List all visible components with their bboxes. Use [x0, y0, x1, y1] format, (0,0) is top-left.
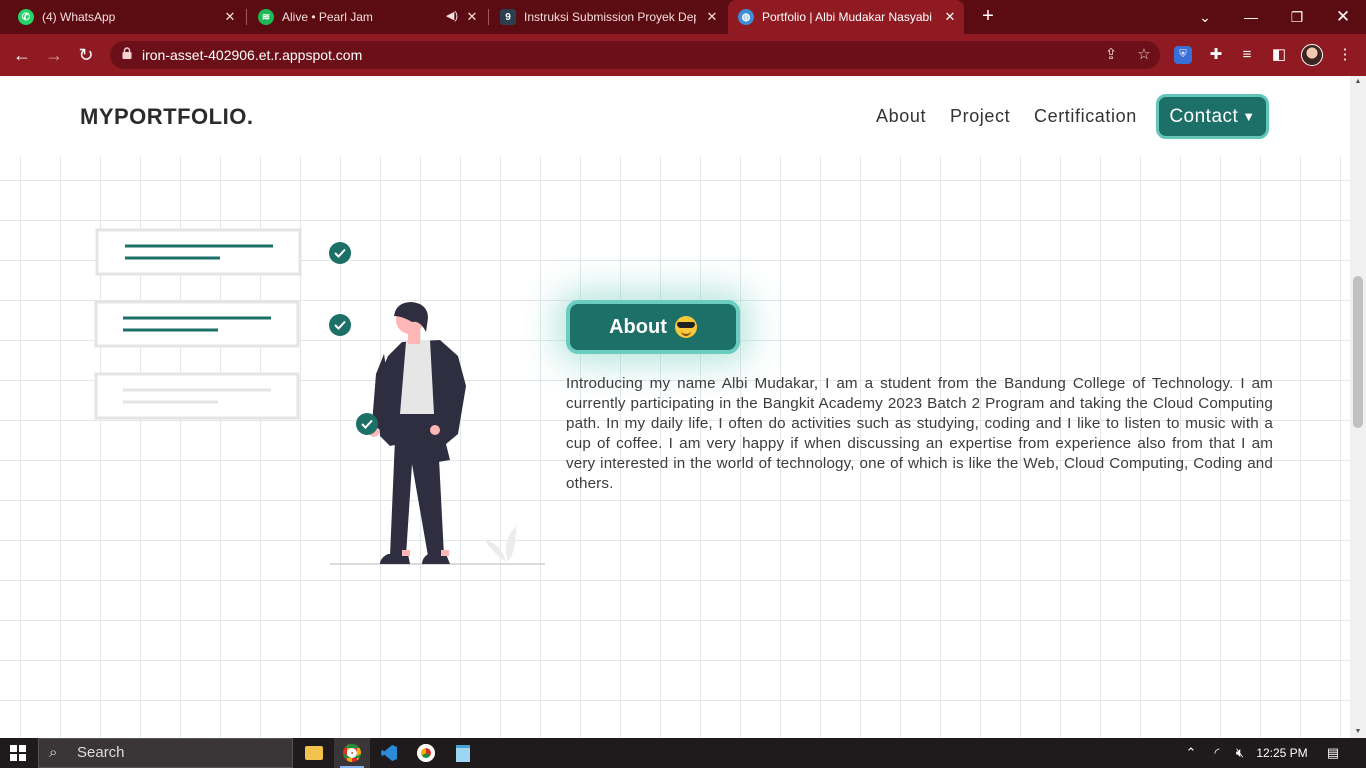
- spotify-icon: ≋: [258, 9, 274, 25]
- contact-label: Contact: [1169, 105, 1239, 127]
- taskbar-search-box[interactable]: ⌕ Search: [38, 738, 293, 768]
- back-icon[interactable]: ←: [10, 43, 34, 67]
- tab-title: (4) WhatsApp: [42, 10, 116, 24]
- forward-icon[interactable]: →: [42, 43, 66, 67]
- scroll-up-icon[interactable]: ▲: [1350, 76, 1366, 88]
- notepad-icon[interactable]: [445, 738, 481, 768]
- search-placeholder: Search: [77, 744, 125, 761]
- page-scrollbar[interactable]: ▲ ▼: [1350, 76, 1366, 738]
- tab-dicoding[interactable]: 9 Instruksi Submission Proyek Dep ✕: [490, 0, 726, 34]
- tab-separator: [488, 9, 489, 25]
- tab-spotify[interactable]: ≋ Alive • Pearl Jam ◀) ✕: [248, 0, 486, 34]
- speaker-muted-icon[interactable]: 🔇︎: [1230, 738, 1250, 768]
- dicoding-icon: 9: [500, 9, 516, 25]
- plant-leaves-graphic: [485, 526, 516, 562]
- about-heading-label: About: [609, 315, 667, 338]
- bookmark-star-icon[interactable]: ☆: [1134, 45, 1154, 65]
- extension-shield-icon[interactable]: ⛨: [1174, 46, 1192, 64]
- globe-icon: ◍: [738, 9, 754, 25]
- speaker-icon[interactable]: ◀): [446, 9, 458, 22]
- chrome-icon[interactable]: [334, 738, 370, 768]
- contact-dropdown-button[interactable]: Contact ▼: [1156, 94, 1269, 139]
- nav-link-certification[interactable]: Certification: [1034, 106, 1137, 127]
- nav-link-about[interactable]: About: [876, 106, 926, 127]
- site-navbar: MYPORTFOLIO. About Project Certification…: [0, 76, 1350, 156]
- close-icon[interactable]: ✕: [704, 9, 720, 25]
- check-circle-icon: [329, 314, 351, 336]
- share-icon[interactable]: ⇪: [1101, 45, 1121, 65]
- close-icon[interactable]: ✕: [942, 9, 958, 25]
- menu-kebab-icon[interactable]: ⋮: [1334, 44, 1356, 66]
- address-bar[interactable]: iron-asset-402906.et.r.appspot.com ⇪ ☆: [110, 41, 1160, 69]
- checklist-person-illustration: [94, 228, 545, 565]
- about-description: Introducing my name Albi Mudakar, I am a…: [566, 375, 1273, 492]
- wifi-icon[interactable]: ◜: [1207, 738, 1227, 768]
- tab-separator: [246, 9, 247, 25]
- page-viewport: MYPORTFOLIO. About Project Certification…: [0, 76, 1350, 738]
- notification-center-icon[interactable]: ▤: [1322, 738, 1344, 768]
- new-tab-icon[interactable]: +: [977, 5, 999, 27]
- scroll-down-icon[interactable]: ▼: [1350, 726, 1366, 738]
- tab-whatsapp[interactable]: ✆ (4) WhatsApp ✕: [8, 0, 244, 34]
- nav-link-project[interactable]: Project: [950, 106, 1010, 127]
- search-icon: ⌕: [49, 744, 58, 761]
- windows-taskbar: ⌕ Search ⌃ ◜ 🔇︎ 12:25 PM ▤: [0, 738, 1366, 768]
- chrome-profile-icon[interactable]: [408, 738, 444, 768]
- window-close-icon[interactable]: ✕: [1320, 0, 1366, 34]
- tab-search-icon[interactable]: ⌄: [1182, 0, 1228, 34]
- side-panel-icon[interactable]: ◧: [1268, 44, 1290, 66]
- tab-title: Instruksi Submission Proyek Dep: [524, 10, 696, 24]
- minimize-icon[interactable]: —: [1228, 0, 1274, 34]
- check-circle-icon: [329, 242, 351, 264]
- lock-icon[interactable]: [122, 47, 132, 59]
- tab-strip: ✆ (4) WhatsApp ✕ ≋ Alive • Pearl Jam ◀) …: [0, 0, 1366, 34]
- close-icon[interactable]: ✕: [464, 9, 480, 25]
- checklist-card: [95, 228, 302, 276]
- clock[interactable]: 12:25 PM: [1254, 738, 1310, 768]
- vscode-icon[interactable]: [371, 738, 407, 768]
- standing-person-figure: [356, 302, 466, 564]
- scrollbar-thumb[interactable]: [1353, 276, 1363, 428]
- caret-down-icon: ▼: [1242, 109, 1256, 124]
- checklist-card: [94, 372, 300, 420]
- site-logo[interactable]: MYPORTFOLIO.: [80, 104, 253, 130]
- tab-portfolio[interactable]: ◍ Portfolio | Albi Mudakar Nasyabi ✕: [728, 0, 964, 34]
- windows-start-icon[interactable]: [10, 745, 26, 761]
- whatsapp-icon: ✆: [18, 9, 34, 25]
- tab-title: Portfolio | Albi Mudakar Nasyabi: [762, 10, 932, 24]
- extensions-puzzle-icon[interactable]: ✚: [1205, 44, 1227, 66]
- sunglasses-emoji-icon: [674, 316, 697, 338]
- profile-avatar[interactable]: [1301, 44, 1323, 66]
- checklist-card: [94, 300, 300, 348]
- tray-overflow-icon[interactable]: ⌃: [1182, 738, 1200, 768]
- tab-title: Alive • Pearl Jam: [282, 10, 373, 24]
- about-heading-button[interactable]: About: [566, 300, 740, 354]
- browser-toolbar: ← → ↻ iron-asset-402906.et.r.appspot.com…: [0, 34, 1366, 76]
- url-text[interactable]: iron-asset-402906.et.r.appspot.com: [142, 47, 362, 63]
- close-icon[interactable]: ✕: [222, 9, 238, 25]
- media-control-icon[interactable]: ≡: [1236, 44, 1258, 66]
- file-explorer-icon[interactable]: [296, 738, 332, 768]
- restore-icon[interactable]: ❐: [1274, 0, 1320, 34]
- reload-icon[interactable]: ↻: [74, 43, 98, 67]
